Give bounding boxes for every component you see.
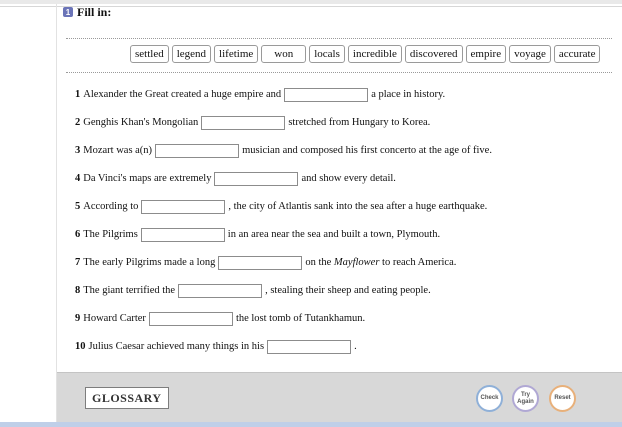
sentence-text: The early Pilgrims made a long <box>83 257 216 268</box>
divider <box>66 38 612 39</box>
word-chip[interactable]: legend <box>171 45 212 63</box>
sentence-text: , the city of Atlantis sank into the sea… <box>228 201 488 212</box>
sentence-item: 2 Genghis Khan's Mongolian stretched fro… <box>75 115 430 131</box>
sentence-text: musician and composed his first concerto… <box>242 145 492 156</box>
sentence-number: 8 <box>75 285 81 296</box>
answer-input[interactable] <box>284 88 369 102</box>
sentence-text: Julius Caesar achieved many things in hi… <box>88 341 265 352</box>
word-chip[interactable]: lifetime <box>214 45 259 63</box>
sentence-number: 9 <box>75 313 81 324</box>
sentence-item: 5 According to , the city of Atlantis sa… <box>75 199 487 215</box>
sentence-text: a place in history. <box>371 89 446 100</box>
try-again-button[interactable]: Try Again <box>512 385 539 412</box>
answer-input[interactable] <box>201 116 286 130</box>
sentence-italic-text: Mayflower <box>333 257 380 268</box>
sentence-text: The giant terrified the <box>83 285 176 296</box>
answer-input[interactable] <box>267 340 352 354</box>
word-bank: settled legend lifetime won locals incre… <box>130 45 601 64</box>
glossary-button[interactable]: GLOSSARY <box>85 387 169 409</box>
answer-input[interactable] <box>148 312 233 326</box>
sentence-text: in an area near the sea and built a town… <box>227 229 441 240</box>
sentence-number: 2 <box>75 117 81 128</box>
answer-input[interactable] <box>155 144 240 158</box>
try-again-line2: Again <box>517 398 534 405</box>
try-again-label: Try Again <box>517 392 534 406</box>
check-button[interactable]: Check <box>476 385 503 412</box>
sentence-text: . <box>354 341 357 352</box>
answer-input[interactable] <box>178 284 263 298</box>
sentence-number: 1 <box>75 89 81 100</box>
sentence-text: and show every detail. <box>301 173 396 184</box>
sentence-item: 9 Howard Carter the lost tomb of Tutankh… <box>75 311 365 327</box>
sentence-text: Howard Carter <box>83 313 146 324</box>
sentence-item: 3 Mozart was a(n) musician and composed … <box>75 143 492 159</box>
divider <box>66 72 612 73</box>
sentence-number: 6 <box>75 229 81 240</box>
answer-input[interactable] <box>140 228 225 242</box>
word-chip[interactable]: voyage <box>509 45 551 63</box>
bottom-bar <box>0 422 622 427</box>
word-chip[interactable]: accurate <box>553 45 601 63</box>
sentence-text: stretched from Hungary to Korea. <box>288 117 431 128</box>
try-again-line1: Try <box>520 391 530 398</box>
sentence-text: to reach America. <box>382 257 457 268</box>
sentence-text: Mozart was a(n) <box>83 145 153 156</box>
word-chip[interactable]: won <box>261 45 307 63</box>
sentence-item: 7 The early Pilgrims made a long on the … <box>75 255 456 271</box>
sentence-text: on the <box>305 257 332 268</box>
sentence-number: 5 <box>75 201 81 212</box>
word-chip[interactable]: discovered <box>404 45 463 63</box>
answer-input[interactable] <box>218 256 303 270</box>
word-chip[interactable]: settled <box>130 45 169 63</box>
sentence-number: 4 <box>75 173 81 184</box>
word-chip[interactable]: incredible <box>347 45 402 63</box>
reset-button[interactable]: Reset <box>549 385 576 412</box>
word-chip[interactable]: locals <box>309 45 345 63</box>
exercise-title-text: Fill in: <box>77 4 112 19</box>
sentence-text: Da Vinci's maps are extremely <box>83 173 212 184</box>
panel-left-border <box>56 4 57 424</box>
sentence-item: 1 Alexander the Great created a huge emp… <box>75 87 445 103</box>
sentence-number: 7 <box>75 257 81 268</box>
sentence-item: 8 The giant terrified the , stealing the… <box>75 283 431 299</box>
sentence-number: 10 <box>75 341 86 352</box>
exercise-title: 1 Fill in: <box>63 4 111 20</box>
exercise-number-badge: 1 <box>63 7 73 17</box>
sentence-item: 10 Julius Caesar achieved many things in… <box>75 339 357 355</box>
sentence-text: the lost tomb of Tutankhamun. <box>235 313 366 324</box>
sentence-text: The Pilgrims <box>83 229 138 240</box>
sentence-number: 3 <box>75 145 81 156</box>
sentence-text: According to <box>83 201 139 212</box>
sentence-text: , stealing their sheep and eating people… <box>265 285 431 296</box>
footer-bar: GLOSSARY Check Try Again Reset <box>57 372 622 423</box>
word-chip[interactable]: empire <box>465 45 507 63</box>
answer-input[interactable] <box>214 172 299 186</box>
sentence-item: 4 Da Vinci's maps are extremely and show… <box>75 171 396 187</box>
sentence-text: Genghis Khan's Mongolian <box>83 117 199 128</box>
sentence-text: Alexander the Great created a huge empir… <box>83 89 282 100</box>
sentence-item: 6 The Pilgrims in an area near the sea a… <box>75 227 440 243</box>
answer-input[interactable] <box>141 200 226 214</box>
